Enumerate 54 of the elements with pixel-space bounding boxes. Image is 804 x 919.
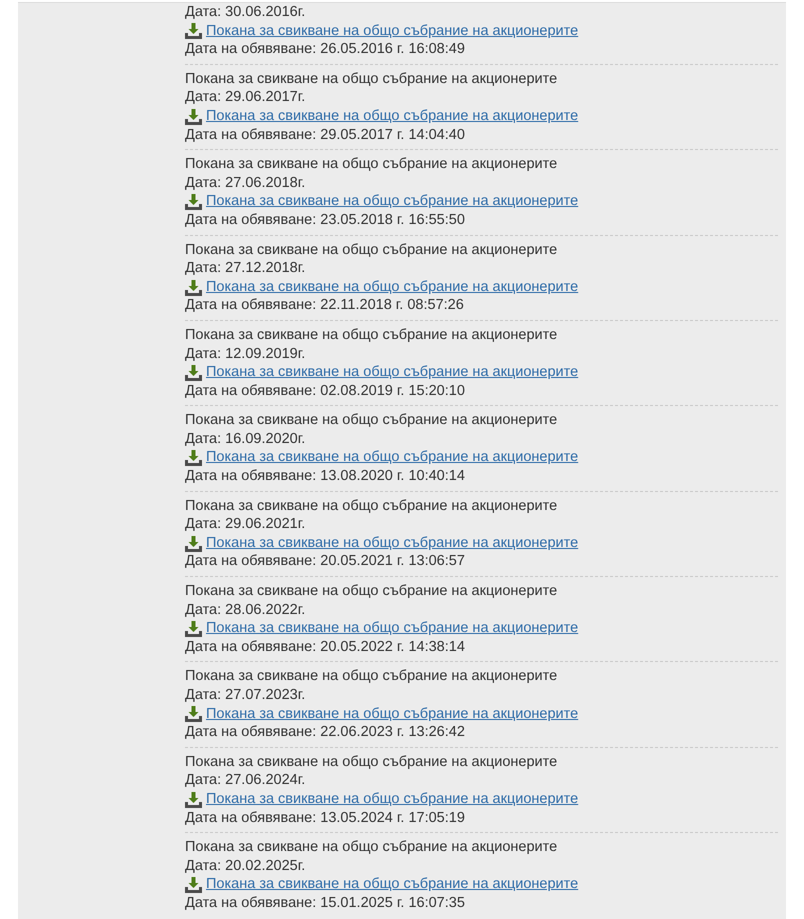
download-link[interactable]: Покана за свикване на общо събрание на акционерите (206, 619, 578, 638)
notice-date: Дата: 29.06.2017г. (185, 88, 306, 107)
download-icon[interactable] (185, 278, 202, 296)
download-icon[interactable] (185, 22, 202, 40)
announcement-date: Дата на обявяване: 13.08.2020 г. 10:40:14 (185, 467, 465, 486)
notice-date: Дата: 20.02.2025г. (185, 856, 306, 876)
announcement-date: Дата на обявяване: 29.05.2017 г. 14:04:40 (185, 126, 465, 144)
download-icon[interactable] (185, 364, 202, 381)
download-icon[interactable] (185, 620, 202, 638)
notice-date: Дата: 27.06.2024г. (185, 771, 306, 790)
announcement-date: Дата на обявяване: 26.05.2016 г. 16:08:49 (185, 40, 465, 59)
announcement-date: Дата на обявяване: 20.05.2021 г. 13:06:57 (185, 552, 465, 572)
download-icon[interactable] (185, 705, 202, 722)
announcement-date: Дата на обявяване: 15.01.2025 г. 16:07:35 (185, 894, 465, 913)
notice-title: Покана за свикване на общо събрание на акционерите (185, 667, 558, 686)
download-link[interactable]: Покана за свикване на общо събрание на акционерите (206, 704, 578, 724)
announcement-date: Дата на обявяване: 02.08.2019 г. 15:20:10 (185, 382, 465, 400)
download-link[interactable]: Покана за свикване на общо събрание на акционерите (206, 875, 578, 894)
download-link[interactable]: Покана за свикване на общо събрание на акционерите (206, 363, 578, 382)
notice-date: Дата: 16.09.2020г. (185, 430, 306, 448)
download-icon[interactable] (185, 534, 202, 552)
announcement-date: Дата на обявяване: 22.11.2018 г. 08:57:26 (185, 296, 464, 315)
download-link[interactable]: Покана за свикване на общо събрание на акционерите (206, 448, 578, 468)
download-link[interactable]: Покана за свикване на общо събрание на акционерите (206, 278, 578, 296)
notice-date: Дата: 12.09.2019г. (185, 344, 306, 364)
notice-date: Дата: 27.12.2018г. (185, 259, 306, 278)
notice-date: Дата: 30.06.2016г. (185, 3, 306, 22)
notice-title: Покана за свикване на общо събрание на акционерите (185, 582, 558, 601)
notice-title: Покана за свикване на общо събрание на акционерите (185, 70, 558, 88)
download-link[interactable]: Покана за свикване на общо събрание на акционерите (206, 534, 578, 552)
notice-title: Покана за свикване на общо събрание на акционерите (185, 240, 558, 260)
notice-title: Покана за свикване на общо събрание на акционерите (185, 752, 558, 772)
download-icon[interactable] (185, 108, 202, 125)
download-link[interactable]: Покана за свикване на общо събрание на акционерите (206, 22, 578, 40)
download-link[interactable]: Покана за свикване на общо събрание на акционерите (206, 106, 578, 126)
notice-title: Покана за свикване на общо събрание на акционерите (185, 496, 558, 516)
download-link[interactable]: Покана за свикване на общо събрание на акционерите (206, 790, 578, 809)
notice-title: Покана за свикване на общо събрание на акционерите (185, 838, 558, 857)
download-icon[interactable] (185, 449, 202, 466)
download-icon[interactable] (185, 790, 202, 808)
notice-title: Покана за свикване на общо събрание на акционерите (185, 326, 558, 344)
announcement-date: Дата на обявяване: 22.06.2023 г. 13:26:42 (185, 723, 465, 742)
download-icon[interactable] (185, 193, 202, 210)
notice-title: Покана за свикване на общо събрание на акционерите (185, 411, 558, 430)
notice-date: Дата: 29.06.2021г. (185, 515, 306, 534)
announcement-date: Дата на обявяване: 23.05.2018 г. 16:55:50 (185, 210, 465, 230)
announcement-date: Дата на обявяване: 13.05.2024 г. 17:05:19 (185, 808, 465, 828)
notice-date: Дата: 28.06.2022г. (185, 600, 306, 620)
notice-date: Дата: 27.06.2018г. (185, 174, 306, 192)
notice-title: Покана за свикване на общо събрание на акционерите (185, 155, 558, 174)
announcement-date: Дата на обявяване: 20.05.2022 г. 14:38:14 (185, 638, 465, 656)
download-icon[interactable] (185, 876, 202, 894)
download-link[interactable]: Покана за свикване на общо събрание на акционерите (206, 192, 578, 211)
notice-date: Дата: 27.07.2023г. (185, 686, 306, 705)
